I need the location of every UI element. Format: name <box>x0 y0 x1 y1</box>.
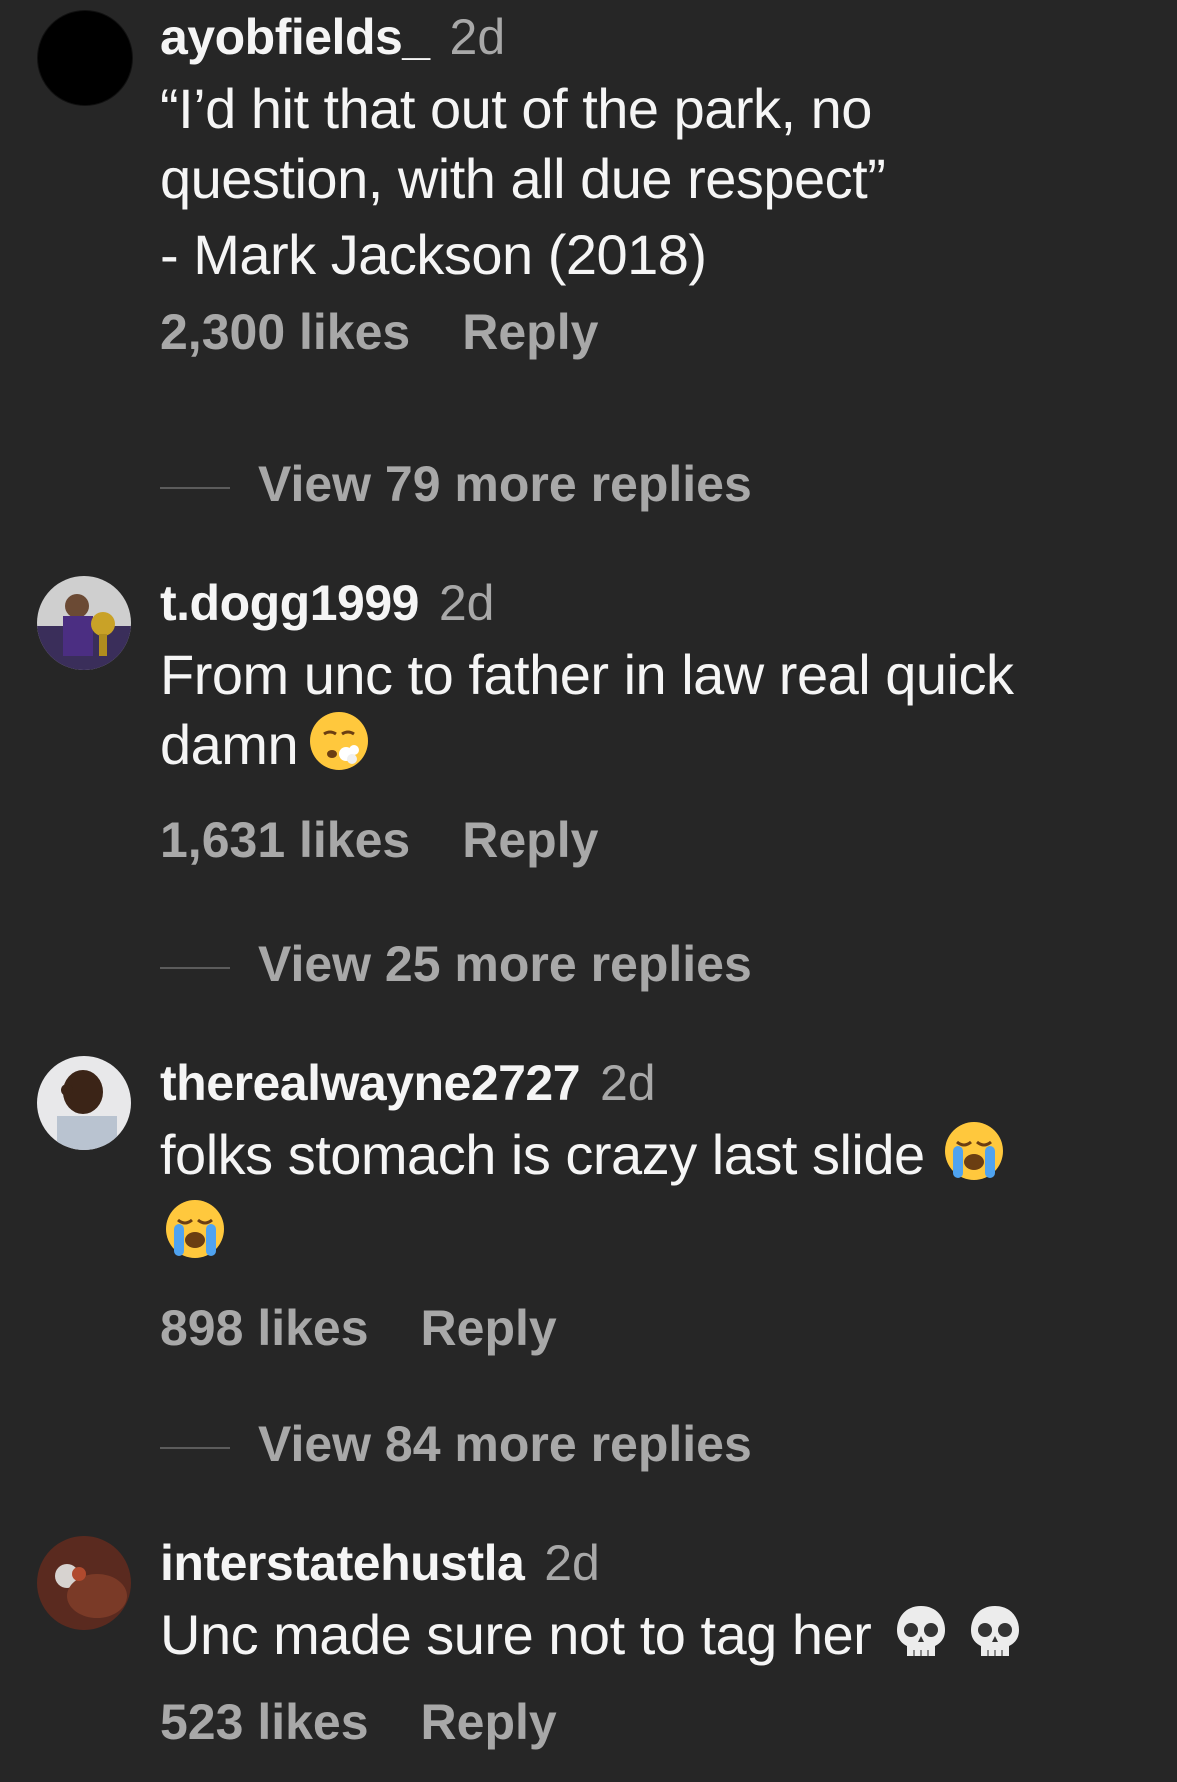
likes-count[interactable]: 523 likes <box>160 1694 369 1750</box>
timestamp: 2d <box>449 9 506 65</box>
username[interactable]: therealwayne2727 <box>160 1055 581 1111</box>
username[interactable]: t.dogg1999 <box>160 575 419 631</box>
comment-actions: 1,631 likes Reply <box>160 810 1137 870</box>
view-more-replies-button[interactable]: View 79 more replies <box>160 454 752 514</box>
comment-text: From unc to father in law real quick dam… <box>160 640 1137 788</box>
avatar-image <box>37 1056 131 1150</box>
timestamp: 2d <box>599 1055 656 1111</box>
likes-count[interactable]: 898 likes <box>160 1300 369 1356</box>
skull-emoji <box>965 1602 1025 1678</box>
comment-text-line <box>160 1198 1137 1276</box>
comment-text-line: question, with all due respect” <box>160 147 886 210</box>
face-exhaling-emoji <box>308 710 370 788</box>
view-more-label: View 84 more replies <box>258 1416 752 1472</box>
avatar-image <box>37 1536 131 1630</box>
comment-text-words: folks stomach is crazy last slide <box>160 1123 925 1186</box>
comment-text-line: damn <box>160 710 1137 788</box>
username[interactable]: ayobfields_ <box>160 9 430 65</box>
comment-actions: 898 likes Reply <box>160 1298 1137 1358</box>
comment-text-line: “I’d hit that out of the park, no <box>160 77 872 140</box>
comment-text: Unc made sure not to tag her <box>160 1600 1137 1678</box>
comment-header: t.dogg1999 2d <box>160 574 1137 632</box>
loudly-crying-emoji <box>943 1120 1005 1198</box>
comment-header: therealwayne2727 2d <box>160 1054 1137 1112</box>
timestamp: 2d <box>544 1535 600 1591</box>
loudly-crying-emoji <box>164 1198 226 1276</box>
comment-text-line: folks stomach is crazy last slide <box>160 1120 1137 1198</box>
comment-text-word: damn <box>160 713 299 776</box>
reply-button[interactable]: Reply <box>462 304 598 360</box>
username[interactable]: interstatehustla <box>160 1535 525 1591</box>
view-more-replies-button[interactable]: View 25 more replies <box>160 934 752 994</box>
avatar[interactable] <box>37 1536 131 1630</box>
comment-header: interstatehustla 2d <box>160 1534 1137 1592</box>
comment-text-line: Unc made sure not to tag her <box>160 1600 1137 1678</box>
likes-count[interactable]: 1,631 likes <box>160 812 410 868</box>
divider <box>160 966 230 969</box>
comment-text-line: From unc to father in law real quick <box>160 643 1014 706</box>
reply-button[interactable]: Reply <box>421 1300 557 1356</box>
view-more-replies-button[interactable]: View 84 more replies <box>160 1414 752 1474</box>
avatar-image <box>37 576 131 670</box>
comment-text: “I’d hit that out of the park, no questi… <box>160 74 1137 290</box>
skull-emoji <box>891 1602 951 1678</box>
comment-attribution: - Mark Jackson (2018) <box>160 223 707 286</box>
reply-button[interactable]: Reply <box>462 812 598 868</box>
divider <box>160 486 230 489</box>
divider <box>160 1446 230 1449</box>
comment-text: folks stomach is crazy last slide <box>160 1120 1137 1276</box>
avatar[interactable] <box>37 1056 131 1150</box>
avatar[interactable] <box>37 10 133 106</box>
timestamp: 2d <box>438 575 495 631</box>
comment-text-words: Unc made sure not to tag her <box>160 1603 872 1666</box>
avatar[interactable] <box>37 576 131 670</box>
reply-button[interactable]: Reply <box>421 1694 557 1750</box>
comment-actions: 2,300 likes Reply <box>160 302 1137 362</box>
likes-count[interactable]: 2,300 likes <box>160 304 410 360</box>
comment-actions: 523 likes Reply <box>160 1692 1137 1752</box>
view-more-label: View 79 more replies <box>258 456 752 512</box>
comment-header: ayobfields_ 2d <box>160 8 1137 66</box>
view-more-label: View 25 more replies <box>258 936 752 992</box>
